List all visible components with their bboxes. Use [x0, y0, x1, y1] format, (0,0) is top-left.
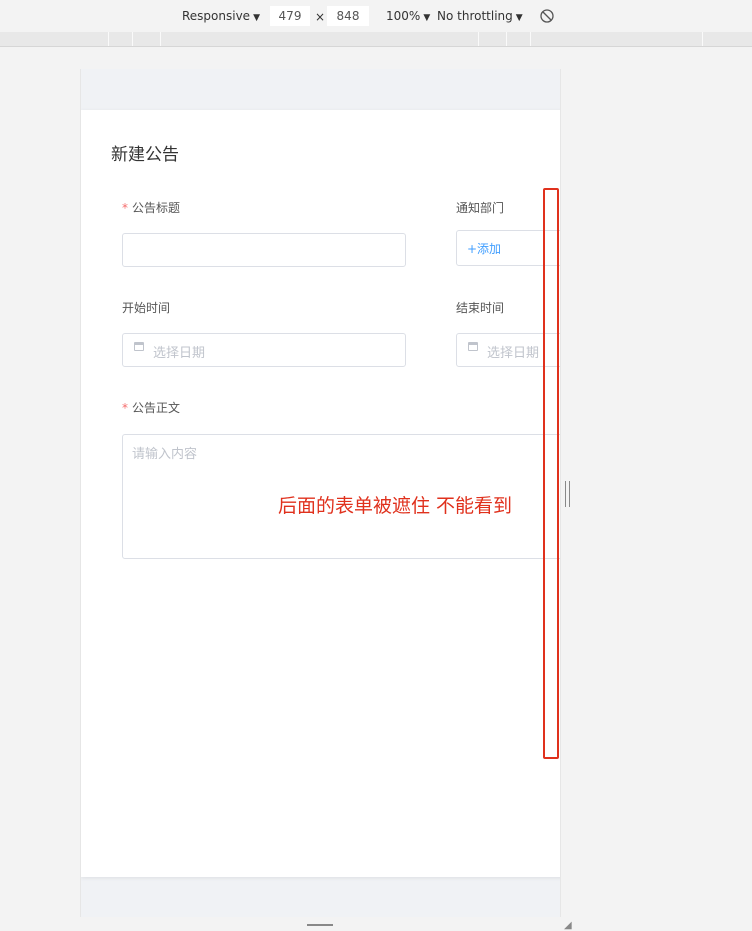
right-resize-handle[interactable] — [565, 481, 571, 507]
zoom-label: 100% — [386, 9, 421, 23]
device-mode-dropdown[interactable]: Responsive ▼ — [182, 9, 260, 25]
throttling-dropdown[interactable]: No throttling ▼ — [437, 9, 523, 25]
rotate-icon[interactable] — [539, 8, 555, 27]
notify-dept-label: 通知部门 — [456, 201, 505, 215]
notice-title-label: * 公告标题 — [122, 201, 181, 215]
viewport-height-input[interactable]: 848 — [327, 6, 369, 26]
devtools-device-toolbar: Responsive ▼ 479 × 848 100% ▼ No throttlin… — [0, 0, 752, 33]
dimension-separator: × — [315, 10, 326, 24]
end-time-label: 结束时间 — [456, 301, 505, 315]
annotation-highlight-box — [543, 188, 559, 759]
calendar-icon — [468, 342, 478, 351]
start-time-label: 开始时间 — [122, 301, 171, 315]
start-date-placeholder: 选择日期 — [153, 346, 206, 361]
corner-resize-handle[interactable]: ◢ — [564, 920, 572, 931]
viewport-width-input[interactable]: 479 — [270, 6, 310, 26]
device-mode-label: Responsive — [182, 9, 251, 23]
body-placeholder: 请输入内容 — [132, 447, 198, 462]
annotation-text: 后面的表单被遮住 不能看到 — [278, 495, 513, 517]
zoom-dropdown[interactable]: 100% ▼ — [386, 9, 430, 25]
start-date-picker[interactable]: 选择日期 — [122, 333, 406, 367]
bottom-resize-handle[interactable] — [307, 924, 333, 926]
calendar-icon — [134, 342, 144, 351]
caret-down-icon: ▼ — [253, 13, 260, 23]
throttling-label: No throttling — [437, 9, 513, 23]
end-date-placeholder: 选择日期 — [487, 346, 540, 361]
required-mark: * — [122, 401, 128, 415]
required-mark: * — [122, 201, 128, 215]
notice-title-input[interactable] — [122, 233, 406, 267]
page-title: 新建公告 — [111, 145, 179, 165]
body-label: * 公告正文 — [122, 401, 181, 415]
caret-down-icon: ▼ — [515, 13, 523, 23]
add-dept-link[interactable]: +添加 — [467, 240, 501, 257]
caret-down-icon: ▼ — [423, 13, 431, 23]
media-query-ruler — [0, 32, 752, 47]
